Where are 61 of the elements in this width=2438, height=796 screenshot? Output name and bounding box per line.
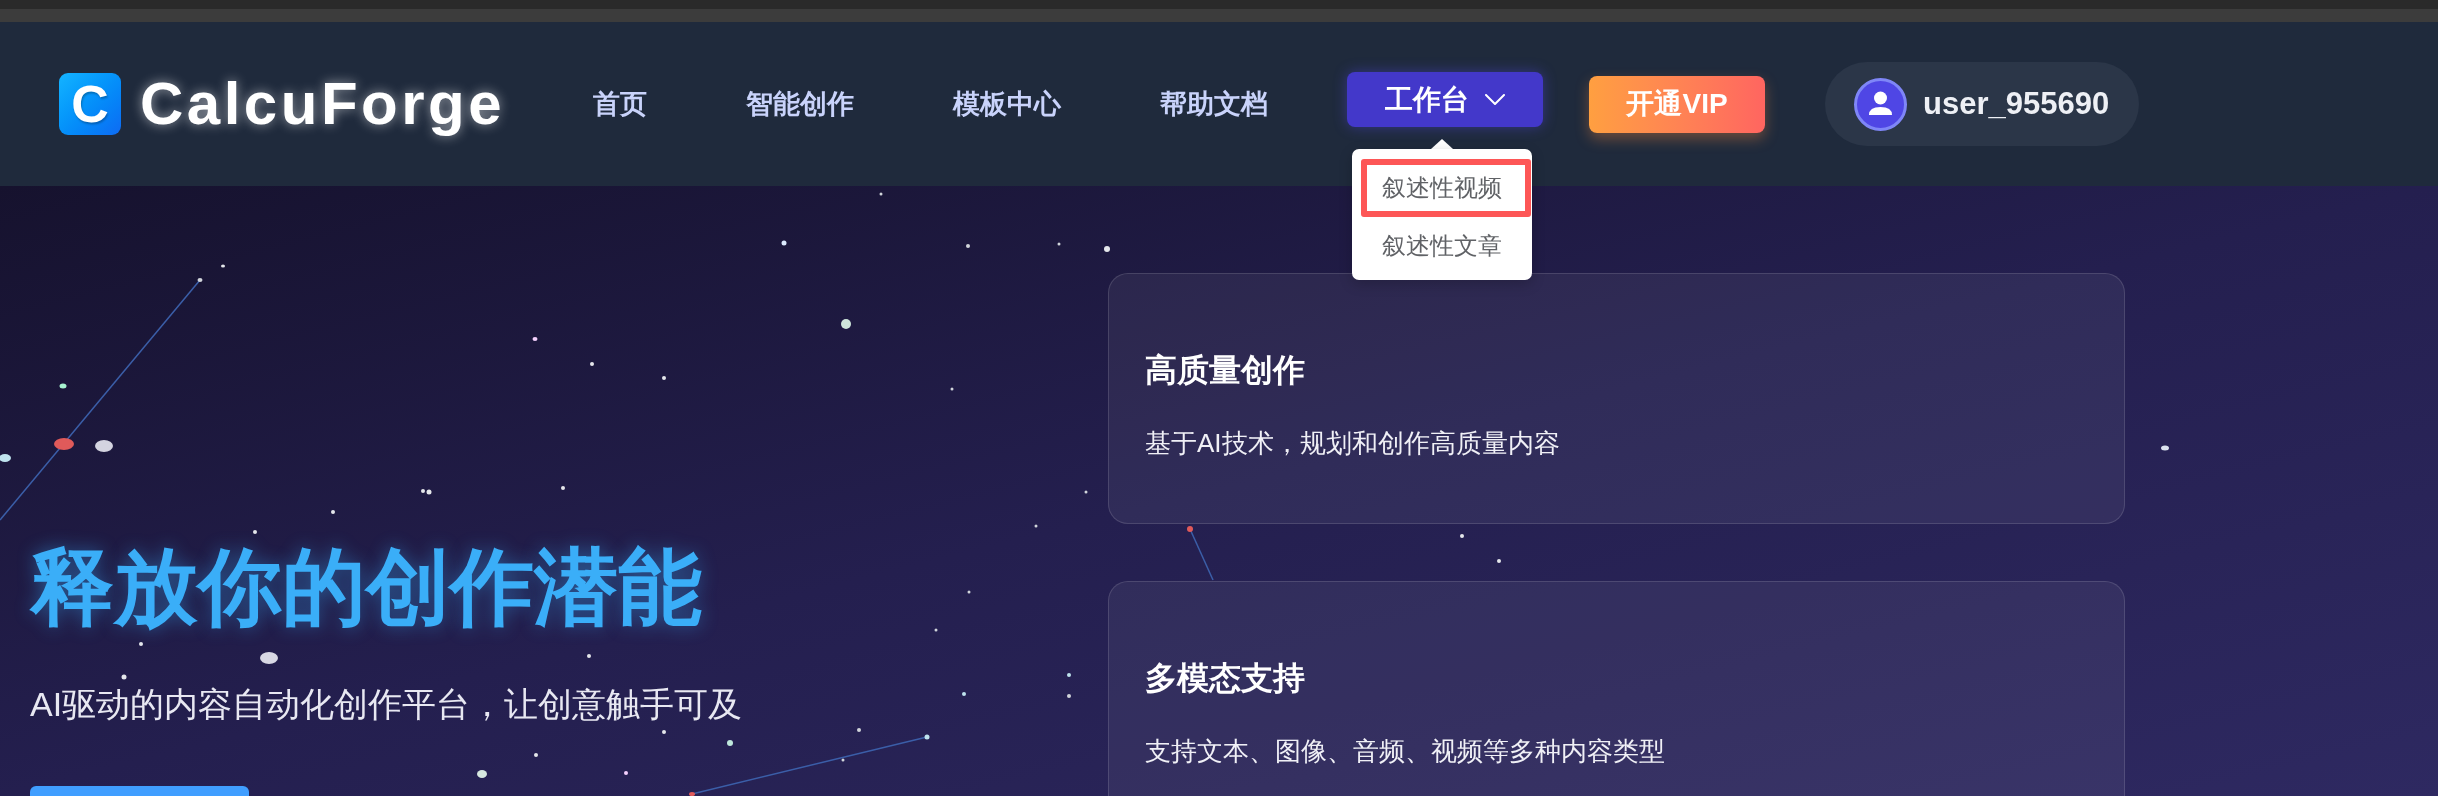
nav-link[interactable]: 帮助文档 [1160,83,1269,125]
username: user_955690 [1923,84,2110,123]
star-dot [54,438,74,450]
star-dot [561,486,565,490]
star-dot [534,753,538,757]
star-dot [962,692,966,696]
star-dot [624,771,628,775]
star-dot [967,590,971,594]
nav-link[interactable]: 模板中心 [953,83,1062,125]
workbench-menu-button[interactable]: 工作台 [1347,72,1544,127]
star-dot [197,278,203,282]
star-dot [477,770,487,778]
star-dot [966,244,970,248]
nav-link[interactable]: 首页 [593,83,648,125]
star-dot [934,628,938,632]
star-dot [590,362,594,366]
star-dot [95,440,113,452]
user-menu[interactable]: user_955690 [1825,62,2140,146]
star-dot [727,740,733,746]
nav-link[interactable]: 智能创作 [746,83,855,125]
star-dot [260,652,278,664]
star-dot [950,387,954,391]
card-title: 多模态支持 [1145,659,1306,698]
card-description: 支持文本、图像、音频、视频等多种内容类型 [1145,735,1666,768]
star-dot [2161,445,2169,451]
star-dot [1067,694,1071,698]
star-dot [841,319,851,329]
card-description: 基于AI技术，规划和创作高质量内容 [1145,427,1561,460]
star-dot [532,337,538,341]
star-dot [1187,526,1193,532]
star-dot [221,264,225,268]
star-dot [689,792,695,796]
call-to-action-button[interactable] [30,786,249,796]
star-dot [59,383,67,389]
dropdown-item[interactable]: 叙述性文章 [1361,217,1532,275]
star-dot [587,654,591,658]
star-dot [841,758,845,762]
star-dot [1057,242,1061,246]
star-dot [924,734,930,740]
star-dot [253,530,257,534]
star-dot [1034,524,1038,528]
star-dot [781,240,787,246]
star-dot [879,192,883,196]
star-dot [1104,246,1110,252]
card-title: 高质量创作 [1145,351,1306,390]
star-dot [662,730,666,734]
hero-subtitle: AI驱动的内容自动化创作平台，让创意触手可及 [30,683,743,725]
star-dot [1067,673,1071,677]
star-dot [331,510,335,514]
star-dot [121,674,127,680]
star-dot [857,728,861,732]
star-dot [1084,490,1088,494]
star-dot [1497,559,1501,563]
chevron-down-icon [1485,94,1506,105]
hero-title: 释放你的创作潜能 [30,539,702,636]
star-dot [1460,534,1464,538]
logo-mark: C [59,73,121,135]
brand-name: CalcuForge [140,74,506,134]
star-dot [662,376,666,380]
dropdown-item[interactable]: 叙述性视频 [1361,159,1532,217]
avatar-icon [1854,77,1908,131]
